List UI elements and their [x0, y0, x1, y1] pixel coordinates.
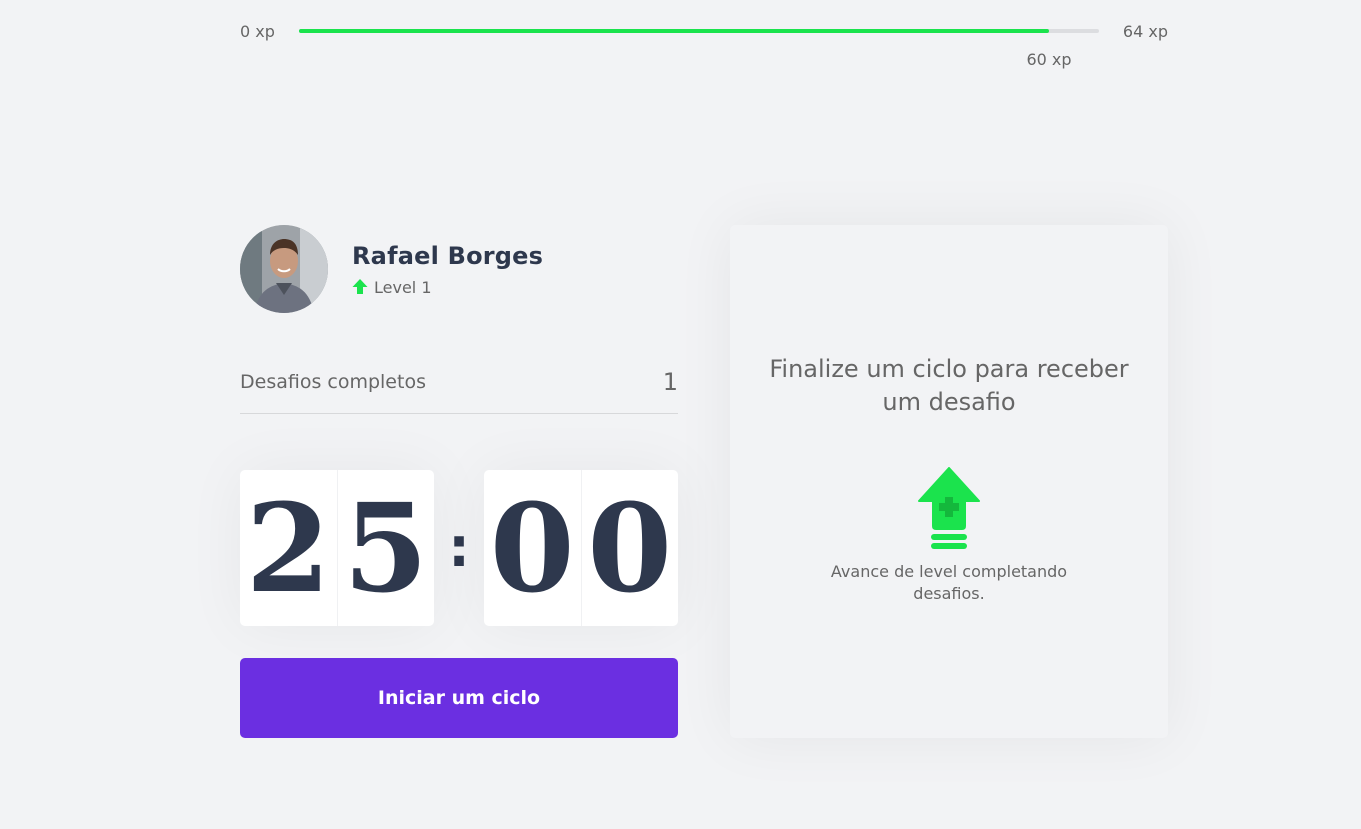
profile: Rafael Borges Level 1: [240, 225, 678, 313]
level-arrow-icon: [352, 279, 368, 294]
completed-challenges-label: Desafios completos: [240, 371, 426, 393]
level-up-icon: [918, 467, 980, 549]
completed-challenges-count: 1: [662, 368, 678, 396]
minute-tens-digit: 2: [240, 470, 338, 626]
profile-name: Rafael Borges: [352, 241, 544, 270]
xp-fill: [299, 29, 1049, 33]
challenge-box: Finalize um ciclo para receber um desafi…: [730, 225, 1168, 738]
profile-level: Level 1: [352, 278, 543, 297]
challenge-box-title: Finalize um ciclo para receber um desafi…: [769, 355, 1129, 416]
second-units-digit: 0: [587, 476, 673, 620]
challenge-box-hint: Avance de level completando desafios.: [830, 562, 1068, 603]
left-column: Rafael Borges Level 1 Desafios completos…: [240, 225, 678, 738]
countdown-minutes: 2 5: [240, 470, 434, 626]
level-label: Level 1: [374, 277, 432, 297]
minute-units-digit: 5: [343, 476, 429, 620]
xp-min-label: 0 xp: [240, 22, 275, 41]
experience-bar: 0 xp 60 xp 64 xp: [240, 20, 1168, 69]
xp-current-label: 60 xp: [1026, 50, 1072, 69]
user-photo-icon: [240, 225, 328, 313]
countdown-seconds: 0 0: [484, 470, 678, 626]
profile-info: Rafael Borges Level 1: [352, 242, 543, 297]
avatar: [240, 225, 328, 313]
xp-max-label: 64 xp: [1122, 22, 1168, 41]
countdown-separator: :: [448, 516, 470, 579]
second-tens-digit: 0: [484, 470, 582, 626]
start-cycle-button[interactable]: Iniciar um ciclo: [240, 658, 678, 738]
completed-challenges: Desafios completos 1: [240, 355, 678, 414]
countdown: 2 5 : 0 0: [240, 470, 678, 626]
xp-track: 60 xp: [299, 29, 1099, 69]
